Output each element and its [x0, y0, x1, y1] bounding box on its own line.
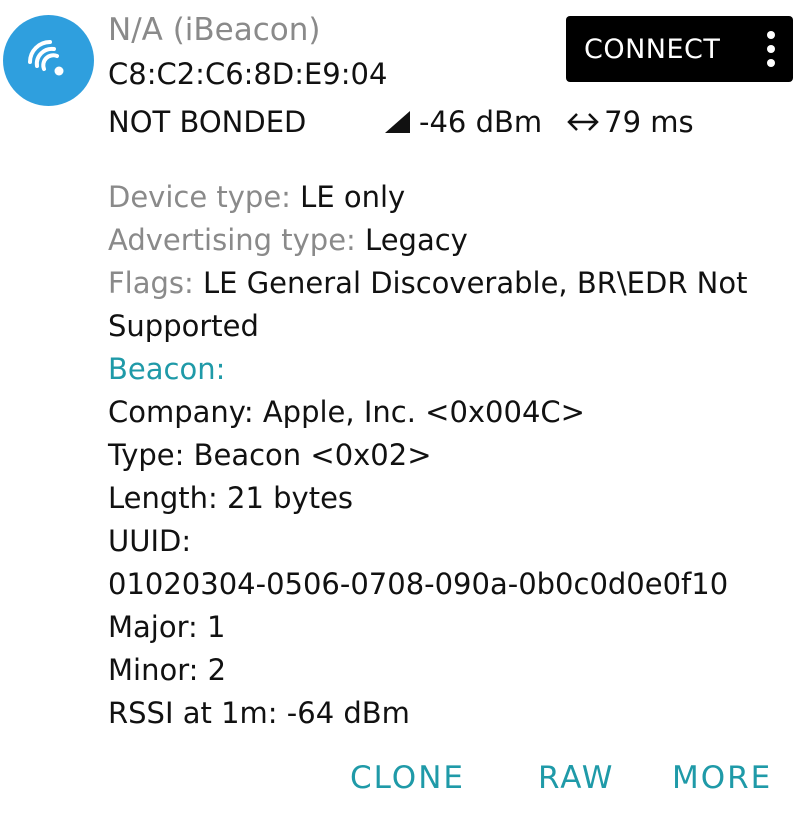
interval-readout: 79 ms: [566, 105, 694, 139]
beacon-major: Major: 1: [108, 610, 226, 644]
device-type-row: Device type: LE only: [108, 176, 778, 219]
beacon-uuid-label: UUID:: [108, 524, 192, 558]
device-mac-address: C8:C2:C6:8D:E9:04: [108, 57, 388, 91]
beacon-uuid-value: 01020304-0506-0708-090a-0b0c0d0e0f10: [108, 567, 729, 601]
more-vert-icon[interactable]: [767, 31, 775, 67]
flags-value: LE General Discoverable, BR\EDR Not Supp…: [108, 266, 748, 343]
signal-icon: [385, 111, 410, 133]
interval-value: 79 ms: [604, 105, 694, 139]
advertising-type-label: Advertising type:: [108, 223, 366, 257]
clone-button[interactable]: CLONE: [350, 750, 465, 806]
beacon-rssi-1m: RSSI at 1m: -64 dBm: [108, 696, 410, 730]
connect-button[interactable]: CONNECT: [566, 16, 793, 82]
beacon-company: Company: Apple, Inc. <0x004C>: [108, 395, 585, 429]
advertising-type-row: Advertising type: Legacy: [108, 219, 778, 262]
beacon-section-title: Beacon:: [108, 352, 226, 386]
connect-button-label: CONNECT: [584, 33, 721, 65]
device-name: N/A (iBeacon): [108, 12, 321, 48]
advertisement-details: Device type: LE only Advertising type: L…: [108, 176, 778, 735]
device-status-row: NOT BONDED -46 dBm 79 ms: [108, 100, 694, 144]
bond-status: NOT BONDED: [108, 105, 307, 139]
advertising-type-value: Legacy: [365, 223, 468, 257]
device-type-label: Device type:: [108, 180, 301, 214]
device-type-value: LE only: [300, 180, 406, 214]
beacon-length: Length: 21 bytes: [108, 481, 354, 515]
more-button[interactable]: MORE: [672, 750, 772, 806]
beacon-minor: Minor: 2: [108, 653, 227, 687]
rssi-value: -46 dBm: [419, 105, 543, 139]
device-avatar: [3, 15, 94, 106]
flags-row: Flags: LE General Discoverable, BR\EDR N…: [108, 262, 778, 348]
raw-button[interactable]: RAW: [538, 750, 614, 806]
device-header: N/A (iBeacon) C8:C2:C6:8D:E9:04: [108, 8, 568, 96]
beacon-type: Type: Beacon <0x02>: [108, 438, 432, 472]
flags-label: Flags:: [108, 266, 204, 300]
left-right-arrow-icon: [567, 113, 599, 131]
wifi-icon: [27, 39, 63, 75]
rssi-readout: -46 dBm: [383, 105, 542, 139]
